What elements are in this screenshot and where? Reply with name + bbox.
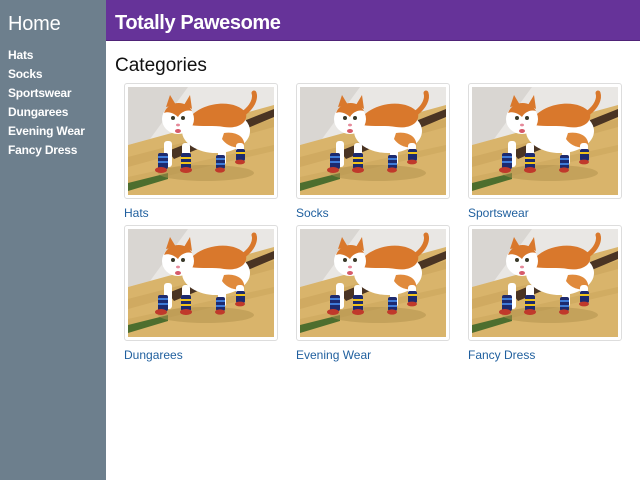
sidebar-item-dungarees[interactable]: Dungarees (8, 103, 85, 122)
category-nav: Hats Socks Sportswear Dungarees Evening … (8, 46, 85, 160)
home-link[interactable]: Home (8, 12, 61, 36)
cat-in-socks-photo-icon (128, 87, 274, 195)
cat-in-socks-photo-icon (300, 87, 446, 195)
category-thumbnail (468, 83, 622, 199)
category-label: Socks (296, 206, 329, 220)
app-window: Home Hats Socks Sportswear Dungarees Eve… (0, 0, 640, 480)
category-thumbnail (296, 83, 450, 199)
category-label: Dungarees (124, 348, 183, 362)
category-thumbnail (124, 83, 278, 199)
category-thumbnail (124, 225, 278, 341)
page-title: Categories (115, 55, 207, 76)
cat-in-socks-photo-icon (300, 229, 446, 337)
category-label: Sportswear (468, 206, 529, 220)
sidebar-item-sportswear[interactable]: Sportswear (8, 84, 85, 103)
sidebar-item-socks[interactable]: Socks (8, 65, 85, 84)
main-content: Categories Hats Socks Sportswear Dungare… (106, 41, 640, 480)
category-label: Evening Wear (296, 348, 372, 362)
site-title: Totally Pawesome (115, 12, 281, 34)
cat-in-socks-photo-icon (472, 229, 618, 337)
cat-in-socks-photo-icon (472, 87, 618, 195)
site-header: Totally Pawesome (106, 0, 640, 41)
category-label: Hats (124, 206, 149, 220)
category-thumbnail (468, 225, 622, 341)
category-label: Fancy Dress (468, 348, 536, 362)
sidebar: Home Hats Socks Sportswear Dungarees Eve… (0, 0, 106, 480)
sidebar-item-fancy-dress[interactable]: Fancy Dress (8, 141, 85, 160)
cat-in-socks-photo-icon (128, 229, 274, 337)
sidebar-item-hats[interactable]: Hats (8, 46, 85, 65)
sidebar-item-evening-wear[interactable]: Evening Wear (8, 122, 85, 141)
category-thumbnail (296, 225, 450, 341)
